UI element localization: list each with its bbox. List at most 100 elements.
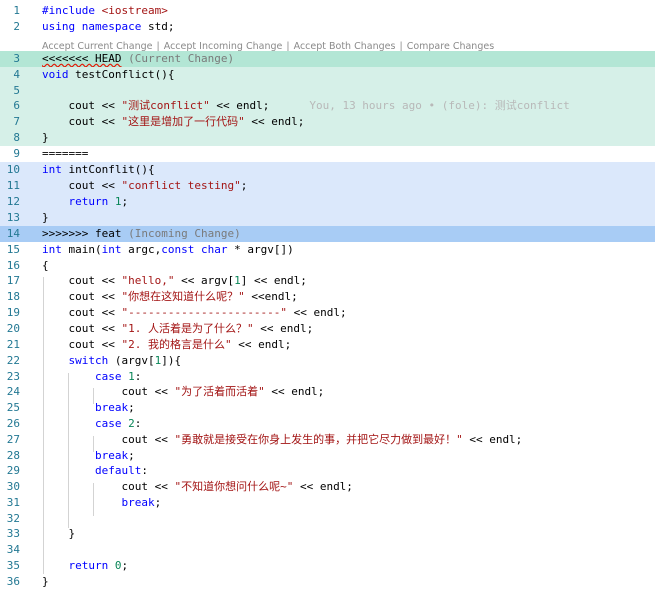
code-line[interactable]: 12 return 1; bbox=[0, 194, 655, 210]
code-line[interactable]: 10 int intConflit(){ bbox=[0, 162, 655, 178]
code-token: 0 bbox=[114, 559, 122, 572]
code-line[interactable]: 27 cout << "勇敢就是接受在你身上发生的事，并把它尽力做到最好！" <… bbox=[0, 432, 655, 448]
code-line[interactable]: 2 using namespace std; bbox=[0, 19, 655, 35]
code-line[interactable]: 34 bbox=[0, 542, 655, 558]
code-line[interactable]: 3 <<<<<<< HEAD (Current Change) bbox=[0, 51, 655, 67]
code-line[interactable]: 26 case 2: bbox=[0, 416, 655, 432]
code-line[interactable]: 20 cout << "1. 人活着是为了什么？" << endl; bbox=[0, 321, 655, 337]
code-editor[interactable]: Accept Current Change | Accept Incoming … bbox=[0, 0, 655, 593]
code-line[interactable]: 18 cout << "你想在这知道什么呢？" <<endl; bbox=[0, 289, 655, 305]
code-token: 1 bbox=[128, 370, 135, 383]
code-token: argc, bbox=[121, 243, 162, 256]
code-token: << endl; bbox=[264, 385, 325, 398]
code-line[interactable]: 33 } bbox=[0, 526, 655, 542]
code-token: void bbox=[42, 68, 69, 81]
code-line[interactable]: 29 default: bbox=[0, 463, 655, 479]
code-token: cout << bbox=[42, 306, 122, 319]
code-token: cout << bbox=[42, 274, 122, 287]
code-token: int bbox=[42, 163, 62, 176]
code-text: >>>>>>> feat (Incoming Change) bbox=[40, 226, 655, 242]
line-number: 32 bbox=[6, 512, 20, 525]
code-text: case 1: bbox=[42, 369, 655, 385]
code-line[interactable]: 16 { bbox=[0, 258, 655, 274]
code-line[interactable]: 8} bbox=[0, 130, 655, 146]
code-text: break; bbox=[42, 448, 655, 464]
code-line[interactable]: 13} bbox=[0, 210, 655, 226]
code-token: std; bbox=[141, 20, 175, 33]
code-token: } bbox=[42, 131, 49, 144]
code-token: return bbox=[68, 195, 109, 208]
code-line[interactable]: 11 cout << "conflict testing"; bbox=[0, 178, 655, 194]
line-number: 21 bbox=[6, 338, 20, 351]
code-token: ; bbox=[154, 496, 162, 509]
code-token: : bbox=[134, 370, 142, 383]
code-line[interactable]: 14 >>>>>>> feat (Incoming Change) bbox=[0, 226, 655, 242]
code-token: (Incoming Change) bbox=[121, 227, 241, 240]
code-line[interactable]: 30 cout << "不知道你想问什么呢~" << endl; bbox=[0, 479, 655, 495]
indent-guide bbox=[93, 483, 94, 516]
code-token: break bbox=[94, 449, 129, 462]
code-token: intConflit(){ bbox=[61, 163, 155, 176]
code-text: return 0; bbox=[42, 558, 655, 574]
code-line[interactable]: 9 ======= bbox=[0, 146, 655, 162]
code-text: { bbox=[42, 258, 655, 274]
code-token: int bbox=[101, 243, 122, 256]
line-number: 1 bbox=[13, 4, 20, 17]
code-token: ; bbox=[121, 195, 129, 208]
code-line[interactable]: 5 bbox=[0, 83, 655, 99]
code-text: switch (argv[1]){ bbox=[42, 353, 655, 369]
line-number: 12 bbox=[6, 195, 20, 208]
git-blame-annotation: You, 13 hours ago • (fole): 测试conflict bbox=[309, 99, 570, 112]
code-token: * argv[]) bbox=[227, 243, 294, 256]
code-line[interactable]: 6 cout << "测试conflict" << endl; You, 13 h… bbox=[0, 98, 655, 114]
code-line[interactable]: 15 int main(int argc,const char * argv[]) bbox=[0, 242, 655, 258]
indent-guide bbox=[93, 388, 94, 404]
code-text: void testConflict(){ bbox=[40, 67, 655, 83]
line-number: 29 bbox=[6, 464, 20, 477]
code-line[interactable]: 36} bbox=[0, 574, 655, 590]
code-token: break bbox=[121, 496, 155, 509]
code-token: cout << bbox=[42, 290, 122, 303]
code-line[interactable]: 17 cout << "hello," << argv[1] << endl; bbox=[0, 273, 655, 289]
code-line[interactable]: 21 cout << "2. 我的格言是什么" << endl; bbox=[0, 337, 655, 353]
code-token: default bbox=[94, 464, 142, 477]
code-token: ; bbox=[128, 449, 135, 462]
code-line[interactable]: 23 case 1: bbox=[0, 369, 655, 385]
code-line[interactable]: 19 cout << "-----------------------" << … bbox=[0, 305, 655, 321]
line-number: 6 bbox=[13, 99, 20, 112]
line-number: 26 bbox=[6, 417, 20, 430]
code-line[interactable]: 1 #include <iostream> bbox=[0, 3, 655, 19]
line-number: 16 bbox=[6, 259, 20, 272]
code-token: } bbox=[42, 575, 49, 588]
code-line[interactable]: 35 return 0; bbox=[0, 558, 655, 574]
line-number: 24 bbox=[6, 385, 20, 398]
code-text: ======= bbox=[42, 146, 655, 162]
code-token: cout << bbox=[42, 179, 122, 192]
code-token: "为了活着而活着" bbox=[174, 385, 265, 398]
code-token: : bbox=[141, 464, 148, 477]
code-line[interactable]: 31 break; bbox=[0, 495, 655, 511]
code-line[interactable]: 4 void testConflict(){ bbox=[0, 67, 655, 83]
code-token: namespace bbox=[81, 20, 142, 33]
code-text: return 1; bbox=[40, 194, 655, 210]
line-number: 14 bbox=[6, 227, 20, 240]
code-text: cout << "1. 人活着是为了什么？" << endl; bbox=[42, 321, 655, 337]
line-number: 2 bbox=[13, 20, 20, 33]
code-line[interactable]: 32 bbox=[0, 511, 655, 527]
code-line[interactable]: 28 break; bbox=[0, 448, 655, 464]
code-token: << endl; bbox=[462, 433, 523, 446]
code-token: int bbox=[42, 243, 62, 256]
code-token: const bbox=[161, 243, 195, 256]
code-line[interactable]: 22 switch (argv[1]){ bbox=[0, 353, 655, 369]
code-line[interactable]: 25 break; bbox=[0, 400, 655, 416]
code-token: "1. 人活着是为了什么？" bbox=[121, 322, 254, 335]
code-text: cout << "2. 我的格言是什么" << endl; bbox=[42, 337, 655, 353]
code-token: return bbox=[68, 559, 109, 572]
code-token: main( bbox=[61, 243, 102, 256]
code-line[interactable]: 7 cout << "这里是增加了一行代码" << endl; bbox=[0, 114, 655, 130]
line-number: 3 bbox=[13, 52, 20, 65]
code-line[interactable]: 24 cout << "为了活着而活着" << endl; bbox=[0, 384, 655, 400]
